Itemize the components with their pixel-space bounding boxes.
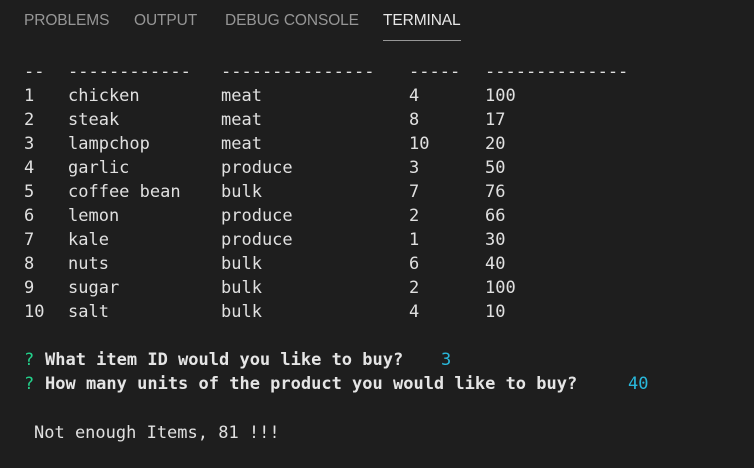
- cell-quantity: 50: [485, 158, 506, 178]
- cell-price: 3: [409, 158, 420, 178]
- cell-price: 10: [409, 134, 430, 154]
- cell-quantity: 66: [485, 206, 506, 226]
- tab-problems[interactable]: PROBLEMS: [24, 12, 109, 34]
- prompt-answer: 3: [441, 350, 452, 370]
- prompt-item-id: ? What item ID would you like to buy? 3: [0, 348, 451, 372]
- cell-product: lampchop: [68, 134, 150, 154]
- cell-product: coffee bean: [68, 182, 181, 202]
- cell-quantity: 20: [485, 134, 506, 154]
- separator-col-name: ------------: [68, 62, 191, 82]
- prompt-units: ? How many units of the product you woul…: [0, 372, 648, 396]
- cell-price: 4: [409, 86, 420, 106]
- cell-price: 4: [409, 302, 420, 322]
- prompt-mark: ?: [24, 374, 35, 394]
- cell-quantity: 100: [485, 86, 516, 106]
- table-row: 4 garlic produce 3 50: [0, 156, 505, 180]
- message-text: Not enough Items, 81 !!!: [34, 423, 280, 443]
- cell-quantity: 40: [485, 254, 506, 274]
- separator-col-price: -----: [409, 62, 461, 82]
- cell-department: bulk: [221, 302, 262, 322]
- separator-col-stock: --------------: [485, 62, 629, 82]
- tab-debug-console[interactable]: DEBUG CONSOLE: [225, 12, 359, 34]
- cell-department: bulk: [221, 278, 262, 298]
- separator-col-id: --: [24, 62, 45, 82]
- cell-price: 6: [409, 254, 420, 274]
- cell-quantity: 76: [485, 182, 506, 202]
- active-tab-indicator: [383, 40, 461, 41]
- cell-product: kale: [68, 230, 109, 250]
- prompt-question: How many units of the product you would …: [45, 374, 578, 394]
- cell-department: meat: [221, 86, 262, 106]
- panel-tab-bar: PROBLEMS OUTPUT DEBUG CONSOLE TERMINAL: [0, 0, 754, 44]
- table-row: 10 salt bulk 4 10: [0, 300, 505, 324]
- prompt-answer: 40: [628, 374, 649, 394]
- cell-department: produce: [221, 230, 293, 250]
- cell-product: steak: [68, 110, 120, 130]
- tab-terminal[interactable]: TERMINAL: [383, 12, 461, 34]
- cell-price: 2: [409, 278, 420, 298]
- prompt-mark: ?: [24, 350, 35, 370]
- cell-price: 7: [409, 182, 420, 202]
- terminal-panel: PROBLEMS OUTPUT DEBUG CONSOLE TERMINAL -…: [0, 0, 754, 468]
- cell-id: 5: [24, 182, 35, 202]
- cell-department: produce: [221, 206, 293, 226]
- cell-product: sugar: [68, 278, 120, 298]
- cell-department: produce: [221, 158, 293, 178]
- cell-department: bulk: [221, 254, 262, 274]
- cell-product: nuts: [68, 254, 109, 274]
- cell-department: meat: [221, 134, 262, 154]
- table-row: 5 coffee bean bulk 7 76: [0, 180, 505, 204]
- cell-price: 8: [409, 110, 420, 130]
- table-row: 8 nuts bulk 6 40: [0, 252, 505, 276]
- cell-id: 3: [24, 134, 35, 154]
- cell-id: 4: [24, 158, 35, 178]
- cell-department: meat: [221, 110, 262, 130]
- table-row: 1 chicken meat 4 100: [0, 84, 516, 108]
- table-row: 9 sugar bulk 2 100: [0, 276, 516, 300]
- cell-quantity: 17: [485, 110, 506, 130]
- cell-price: 2: [409, 206, 420, 226]
- cell-product: chicken: [68, 86, 140, 106]
- table-row: 6 lemon produce 2 66: [0, 204, 505, 228]
- prompt-question: What item ID would you like to buy?: [45, 350, 404, 370]
- cell-id: 2: [24, 110, 35, 130]
- cell-quantity: 10: [485, 302, 506, 322]
- tab-output[interactable]: OUTPUT: [134, 12, 197, 34]
- cell-price: 1: [409, 230, 420, 250]
- cell-id: 6: [24, 206, 35, 226]
- cell-product: salt: [68, 302, 109, 322]
- table-row: 2 steak meat 8 17: [0, 108, 505, 132]
- cell-product: garlic: [68, 158, 130, 178]
- cell-id: 9: [24, 278, 35, 298]
- cell-id: 10: [24, 302, 45, 322]
- cell-quantity: 100: [485, 278, 516, 298]
- result-message: Not enough Items, 81 !!!: [0, 421, 280, 445]
- cell-id: 8: [24, 254, 35, 274]
- cell-product: lemon: [68, 206, 120, 226]
- table-row: 3 lampchop meat 10 20: [0, 132, 505, 156]
- table-separator-row: -- ------------ --------------- ----- --…: [0, 60, 628, 84]
- cell-id: 7: [24, 230, 35, 250]
- cell-id: 1: [24, 86, 35, 106]
- cell-department: bulk: [221, 182, 262, 202]
- cell-quantity: 30: [485, 230, 506, 250]
- separator-col-department: ---------------: [221, 62, 375, 82]
- table-row: 7 kale produce 1 30: [0, 228, 505, 252]
